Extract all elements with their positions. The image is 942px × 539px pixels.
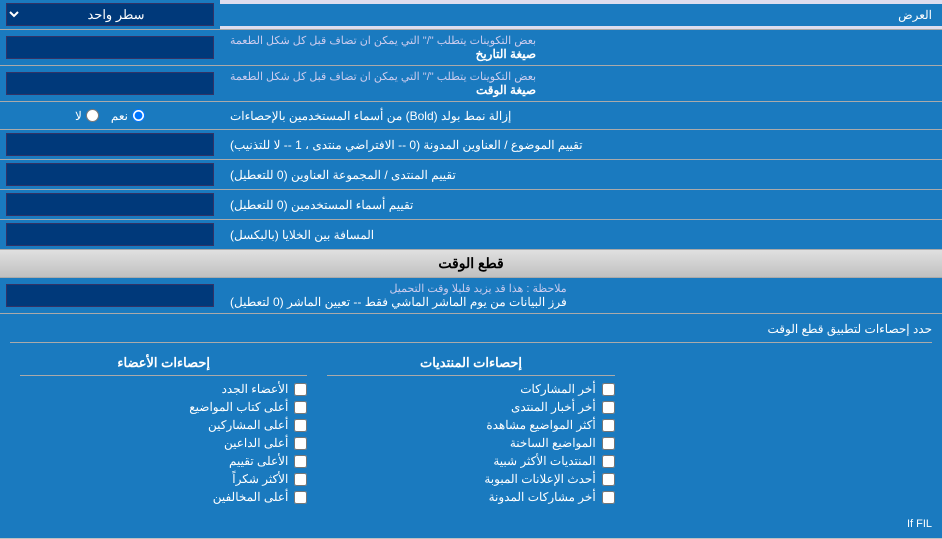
bold-no-option[interactable]: لا — [75, 109, 99, 123]
cell-spacing-input[interactable]: 2 — [6, 223, 214, 246]
stat-top-topic-writers: أعلى كتاب المواضيع — [20, 400, 307, 414]
limit-label: حدد إحصاءات لتطبيق قطع الوقت — [10, 322, 932, 336]
time-format-input-wrapper: H:i — [0, 66, 220, 101]
time-format-input[interactable]: H:i — [6, 72, 214, 95]
stat-announcements: أحدث الإعلانات المبوبة — [327, 472, 614, 486]
stat-most-thanked-check[interactable] — [294, 473, 307, 486]
date-format-label: بعض التكوينات يتطلب "/" التي يمكن ان تضا… — [220, 30, 942, 65]
forum-order-row: تقييم المنتدى / المجموعة العناوين (0 للت… — [0, 160, 942, 190]
bold-label: إزالة نمط بولد (Bold) من أسماء المستخدمي… — [220, 102, 942, 129]
stat-last-posts-check[interactable] — [602, 383, 615, 396]
forum-order-input-wrapper: 33 — [0, 160, 220, 189]
stat-top-donors-check[interactable] — [294, 437, 307, 450]
stat-most-viewed: أكثر المواضيع مشاهدة — [327, 418, 614, 432]
stat-blog-posts: أخر مشاركات المدونة — [327, 490, 614, 504]
bold-yes-option[interactable]: نعم — [111, 109, 145, 123]
cutoff-input[interactable]: 0 — [6, 284, 214, 307]
stat-most-viewed-check[interactable] — [602, 419, 615, 432]
stats-section: حدد إحصاءات لتطبيق قطع الوقت إحصاءات الم… — [0, 314, 942, 538]
stats-col-members: إحصاءات الأعضاء الأعضاء الجدد أعلى كتاب … — [10, 351, 317, 512]
stat-most-thanked: الأكثر شكراً — [20, 472, 307, 486]
stat-last-news-check[interactable] — [602, 401, 615, 414]
main-container: العرض سطر واحدسطرينثلاثة أسطر بعض التكوي… — [0, 0, 942, 538]
topic-order-input-wrapper: 33 — [0, 130, 220, 159]
cell-spacing-input-wrapper: 2 — [0, 220, 220, 249]
display-select[interactable]: سطر واحدسطرينثلاثة أسطر — [6, 3, 214, 26]
stat-similar-forums: المنتديات الأكثر شبية — [327, 454, 614, 468]
time-format-label: بعض التكوينات يتطلب "/" التي يمكن ان تضا… — [220, 66, 942, 101]
display-select-wrapper: سطر واحدسطرينثلاثة أسطر — [0, 0, 220, 29]
stat-top-donors: أعلى الداعين — [20, 436, 307, 450]
cutoff-row: ملاحظة : هذا قد يزيد قليلا وقت التحميل ف… — [0, 278, 942, 314]
user-names-input-wrapper: 0 — [0, 190, 220, 219]
stat-top-violators-check[interactable] — [294, 491, 307, 504]
date-format-input-wrapper: d-m — [0, 30, 220, 65]
stats-columns: إحصاءات المنتديات أخر المشاركات أخر أخبا… — [10, 351, 932, 512]
cell-spacing-label: المسافة بين الخلايا (بالبكسل) — [220, 220, 942, 249]
user-names-row: تقييم أسماء المستخدمين (0 للتعطيل) 0 — [0, 190, 942, 220]
forums-col-title: إحصاءات المنتديات — [327, 355, 614, 376]
bold-no-radio[interactable] — [86, 109, 99, 122]
display-row: العرض سطر واحدسطرينثلاثة أسطر — [0, 0, 942, 30]
stats-col-empty — [625, 351, 932, 512]
stat-hot-topics: المواضيع الساخنة — [327, 436, 614, 450]
date-format-row: بعض التكوينات يتطلب "/" التي يمكن ان تضا… — [0, 30, 942, 66]
stat-top-violators: أعلى المخالفين — [20, 490, 307, 504]
topic-order-label: تقييم الموضوع / العناوين المدونة (0 -- ا… — [220, 130, 942, 159]
user-names-input[interactable]: 0 — [6, 193, 214, 216]
display-label: العرض — [220, 4, 942, 26]
stat-top-rated-check[interactable] — [294, 455, 307, 468]
stat-hot-topics-check[interactable] — [602, 437, 615, 450]
cutoff-input-wrapper: 0 — [0, 278, 220, 313]
stat-top-posters-check[interactable] — [294, 419, 307, 432]
stat-last-news: أخر أخبار المنتدى — [327, 400, 614, 414]
bold-options: نعم لا — [0, 102, 220, 129]
cutoff-section-header: قطع الوقت — [0, 250, 942, 278]
cell-spacing-row: المسافة بين الخلايا (بالبكسل) 2 — [0, 220, 942, 250]
stats-col-forums: إحصاءات المنتديات أخر المشاركات أخر أخبا… — [317, 351, 624, 512]
stat-new-members-check[interactable] — [294, 383, 307, 396]
stat-top-rated: الأعلى تقييم — [20, 454, 307, 468]
topic-order-row: تقييم الموضوع / العناوين المدونة (0 -- ا… — [0, 130, 942, 160]
forum-order-label: تقييم المنتدى / المجموعة العناوين (0 للت… — [220, 160, 942, 189]
date-format-input[interactable]: d-m — [6, 36, 214, 59]
topic-order-input[interactable]: 33 — [6, 133, 214, 156]
stat-last-posts: أخر المشاركات — [327, 382, 614, 396]
stat-top-topic-writers-check[interactable] — [294, 401, 307, 414]
time-format-row: بعض التكوينات يتطلب "/" التي يمكن ان تضا… — [0, 66, 942, 102]
user-names-label: تقييم أسماء المستخدمين (0 للتعطيل) — [220, 190, 942, 219]
stat-new-members: الأعضاء الجدد — [20, 382, 307, 396]
stat-top-posters: أعلى المشاركين — [20, 418, 307, 432]
members-col-title: إحصاءات الأعضاء — [20, 355, 307, 376]
stat-announcements-check[interactable] — [602, 473, 615, 486]
cutoff-label: ملاحظة : هذا قد يزيد قليلا وقت التحميل ف… — [220, 278, 942, 313]
forum-order-input[interactable]: 33 — [6, 163, 214, 186]
stat-similar-forums-check[interactable] — [602, 455, 615, 468]
bold-yes-radio[interactable] — [132, 109, 145, 122]
bold-radio-row: إزالة نمط بولد (Bold) من أسماء المستخدمي… — [0, 102, 942, 130]
stat-blog-posts-check[interactable] — [602, 491, 615, 504]
if-fil-label: If FIL — [10, 512, 932, 530]
